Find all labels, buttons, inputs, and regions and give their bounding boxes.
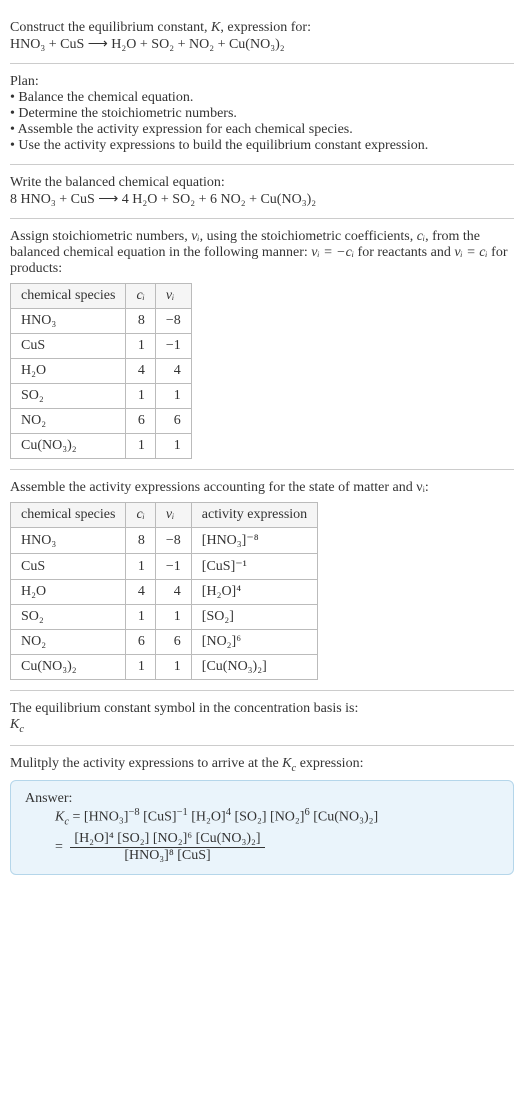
- balanced-section: Write the balanced chemical equation: 8 …: [10, 165, 514, 219]
- table-row: CuS1−1: [11, 334, 192, 359]
- intro-equation: HNO₃ + CuS ⟶ H₂O + SO₂ + NO₂ + Cu(NO₃)₂: [10, 36, 514, 53]
- table-row: NO₂66: [11, 409, 192, 434]
- kc-symbol: Kc: [10, 717, 514, 735]
- table-row: SO₂11[SO₂]: [11, 605, 318, 630]
- table-row: H₂O44: [11, 359, 192, 384]
- intro-text-b: , expression for:: [220, 20, 311, 35]
- plan-bullet: • Use the activity expressions to build …: [10, 138, 514, 154]
- stoich-table: chemical species cᵢ νᵢ HNO₃8−8 CuS1−1 H₂…: [10, 283, 192, 459]
- table-header-row: chemical species cᵢ νᵢ: [11, 284, 192, 309]
- plan-section: Plan: • Balance the chemical equation. •…: [10, 64, 514, 165]
- answer-label: Answer:: [25, 791, 499, 807]
- table-row: HNO₃8−8[HNO₃]⁻⁸: [11, 528, 318, 554]
- col-ci: cᵢ: [126, 503, 155, 528]
- table-row: SO₂11: [11, 384, 192, 409]
- table-row: H₂O44[H₂O]⁴: [11, 580, 318, 605]
- table-row: CuS1−1[CuS]⁻¹: [11, 554, 318, 580]
- fraction: [H₂O]⁴ [SO₂] [NO₂]⁶ [Cu(NO₃)₂] [HNO₃]⁸ […: [70, 831, 264, 864]
- table-header-row: chemical species cᵢ νᵢ activity expressi…: [11, 503, 318, 528]
- answer-line2: = [H₂O]⁴ [SO₂] [NO₂]⁶ [Cu(NO₃)₂] [HNO₃]⁸…: [55, 831, 499, 864]
- plan-bullet: • Balance the chemical equation.: [10, 90, 514, 106]
- col-species: chemical species: [11, 503, 126, 528]
- table-row: NO₂66[NO₂]⁶: [11, 630, 318, 655]
- plan-header: Plan:: [10, 74, 514, 90]
- stoich-text: Assign stoichiometric numbers, νᵢ, using…: [10, 229, 514, 277]
- balanced-header: Write the balanced chemical equation:: [10, 175, 514, 191]
- plan-bullet: • Assemble the activity expression for e…: [10, 122, 514, 138]
- col-activity: activity expression: [191, 503, 317, 528]
- activity-section: Assemble the activity expressions accoun…: [10, 470, 514, 691]
- col-ci: cᵢ: [126, 284, 155, 309]
- answer-line1: Kc = [HNO₃]−8 [CuS]−1 [H₂O]4 [SO₂] [NO₂]…: [55, 807, 499, 827]
- table-row: Cu(NO₃)₂11: [11, 434, 192, 459]
- table-row: Cu(NO₃)₂11[Cu(NO₃)₂]: [11, 655, 318, 680]
- kc-symbol-text: The equilibrium constant symbol in the c…: [10, 701, 514, 717]
- final-text: Mulitply the activity expressions to arr…: [10, 756, 514, 774]
- col-species: chemical species: [11, 284, 126, 309]
- activity-table: chemical species cᵢ νᵢ activity expressi…: [10, 502, 318, 680]
- stoich-section: Assign stoichiometric numbers, νᵢ, using…: [10, 219, 514, 470]
- activity-text: Assemble the activity expressions accoun…: [10, 480, 514, 496]
- kc-symbol-section: The equilibrium constant symbol in the c…: [10, 691, 514, 746]
- intro-section: Construct the equilibrium constant, K, e…: [10, 10, 514, 64]
- intro-line: Construct the equilibrium constant, K, e…: [10, 20, 514, 36]
- table-row: HNO₃8−8: [11, 309, 192, 334]
- plan-bullet: • Determine the stoichiometric numbers.: [10, 106, 514, 122]
- fraction-numerator: [H₂O]⁴ [SO₂] [NO₂]⁶ [Cu(NO₃)₂]: [70, 831, 264, 848]
- col-nu: νᵢ: [155, 503, 191, 528]
- col-nu: νᵢ: [155, 284, 191, 309]
- answer-box: Answer: Kc = [HNO₃]−8 [CuS]−1 [H₂O]4 [SO…: [10, 780, 514, 875]
- final-section: Mulitply the activity expressions to arr…: [10, 746, 514, 885]
- balanced-equation: 8 HNO₃ + CuS ⟶ 4 H₂O + SO₂ + 6 NO₂ + Cu(…: [10, 191, 514, 208]
- intro-text: Construct the equilibrium constant,: [10, 20, 211, 35]
- k-symbol: K: [211, 20, 220, 35]
- fraction-denominator: [HNO₃]⁸ [CuS]: [70, 848, 264, 864]
